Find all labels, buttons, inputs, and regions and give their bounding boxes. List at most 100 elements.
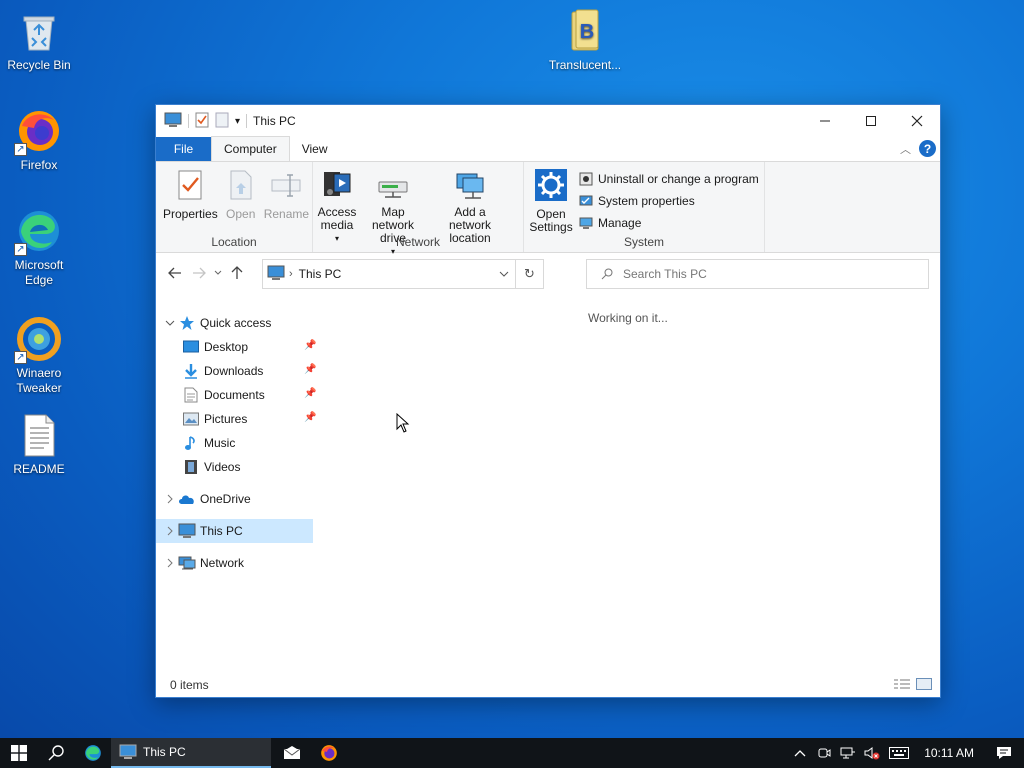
tree-item-downloads[interactable]: Downloads 📌 [156, 359, 316, 383]
meet-now-icon[interactable] [812, 738, 836, 768]
taskbar-mail-button[interactable] [273, 738, 310, 768]
pin-icon: 📌 [304, 340, 317, 351]
breadcrumb[interactable]: This PC [299, 267, 342, 281]
maximize-icon [866, 116, 876, 126]
tree-item-network[interactable]: Network [156, 551, 316, 575]
file-explorer-window[interactable]: ▾ This PC File Computer View ︿ ? Propert… [155, 104, 941, 698]
tree-item-label: Quick access [200, 316, 272, 330]
properties-button[interactable]: Properties [160, 168, 221, 234]
desktop-icon-edge[interactable]: ↗ Microsoft Edge [1, 208, 77, 288]
divider [246, 114, 248, 128]
pictures-icon [182, 410, 200, 428]
expand-chevron-icon[interactable] [162, 494, 178, 504]
address-history-dropdown[interactable] [493, 260, 515, 288]
tab-file[interactable]: File [156, 137, 211, 161]
mouse-cursor-icon [396, 412, 410, 436]
notifications-icon [997, 747, 1011, 759]
system-properties-button[interactable]: System properties [578, 192, 759, 210]
settings-gear-icon [534, 168, 568, 202]
add-network-location-button[interactable]: Add a network location [429, 168, 511, 245]
desktop-icon-label: Microsoft Edge [14, 258, 64, 287]
tab-computer[interactable]: Computer [211, 136, 290, 161]
title-bar[interactable]: ▾ This PC [156, 105, 940, 137]
taskbar-edge-button[interactable] [74, 738, 111, 768]
search-box[interactable]: Search This PC [586, 259, 929, 289]
group-label-system: System [623, 235, 664, 249]
close-button[interactable] [894, 105, 940, 137]
taskbar-clock[interactable]: 10:11 AM [914, 746, 984, 760]
tree-item-label: This PC [200, 524, 243, 538]
tree-item-onedrive[interactable]: OneDrive [156, 487, 316, 511]
new-folder-qat-icon[interactable] [215, 112, 229, 131]
rename-button[interactable]: Rename [261, 168, 312, 234]
edge-icon: ↗ [14, 208, 62, 256]
customize-qat-chevron-icon[interactable]: ▾ [235, 116, 240, 127]
window-title: This PC [253, 114, 296, 128]
properties-qat-icon[interactable] [195, 112, 209, 131]
manage-label: Manage [598, 216, 642, 230]
show-hidden-icons-chevron-up-icon[interactable] [788, 738, 812, 768]
tree-item-label: Music [204, 436, 236, 450]
expand-chevron-icon[interactable] [162, 320, 178, 326]
star-icon [178, 314, 196, 332]
map-network-drive-button[interactable]: Map network drive ▾ [357, 168, 429, 256]
large-icons-view-icon[interactable] [916, 678, 932, 690]
minimize-icon [820, 120, 830, 122]
breadcrumb-separator-icon[interactable]: › [289, 268, 293, 280]
manage-button[interactable]: Manage [578, 214, 759, 232]
windows-logo-icon [10, 745, 27, 761]
minimize-button[interactable] [802, 105, 848, 137]
start-button[interactable] [0, 738, 37, 768]
uninstall-program-button[interactable]: Uninstall or change a program [578, 170, 759, 188]
open-settings-button[interactable]: Open Settings [528, 168, 574, 234]
desktop-icon-recycle-bin[interactable]: Recycle Bin [1, 8, 77, 73]
system-tray: 10:11 AM [788, 738, 1024, 768]
tree-item-pictures[interactable]: Pictures 📌 [156, 407, 316, 431]
tab-view[interactable]: View [290, 137, 340, 161]
tree-item-label: Desktop [204, 340, 249, 354]
help-icon[interactable]: ? [919, 140, 936, 157]
action-center-button[interactable] [984, 738, 1024, 768]
tree-item-label: Downloads [204, 364, 264, 378]
taskbar-this-pc-button[interactable]: This PC [111, 738, 271, 768]
back-arrow-icon [168, 267, 181, 279]
taskbar-firefox-button[interactable] [310, 738, 347, 768]
access-media-icon [320, 168, 354, 200]
videos-icon [182, 458, 200, 476]
desktop-icon-readme[interactable]: README [1, 412, 77, 477]
uninstall-label: Uninstall or change a program [598, 172, 759, 186]
taskbar-search-button[interactable] [37, 738, 74, 768]
back-button[interactable] [163, 261, 187, 285]
collapse-ribbon-icon[interactable]: ︿ [900, 141, 911, 157]
desktop-icon-translucent[interactable]: B Translucent... [547, 8, 623, 73]
access-media-button[interactable]: Access media ▾ [317, 168, 357, 243]
open-button[interactable]: Open [221, 168, 261, 234]
network-status-icon[interactable] [836, 738, 860, 768]
desktop-icon-firefox[interactable]: ↗ Firefox [1, 108, 77, 173]
search-input[interactable]: Search This PC [623, 267, 707, 281]
tree-item-desktop[interactable]: Desktop 📌 [156, 335, 316, 359]
tree-item-music[interactable]: Music [156, 431, 316, 455]
window-controls [802, 105, 940, 137]
keyboard-icon[interactable] [884, 738, 914, 768]
maximize-button[interactable] [848, 105, 894, 137]
expand-chevron-icon[interactable] [162, 526, 178, 536]
downloads-icon [182, 362, 200, 380]
navigation-row: › This PC ↻ Search This PC [156, 253, 940, 293]
tree-item-this-pc[interactable]: This PC [156, 519, 313, 543]
up-button[interactable] [225, 261, 249, 285]
volume-muted-icon[interactable] [860, 738, 884, 768]
refresh-button[interactable]: ↻ [515, 260, 543, 288]
desktop-icon-winaero-tweaker[interactable]: ↗ Winaero Tweaker [1, 316, 77, 396]
tree-item-videos[interactable]: Videos [156, 455, 316, 479]
details-view-icon[interactable] [894, 678, 910, 690]
forward-button[interactable] [187, 261, 211, 285]
expand-chevron-icon[interactable] [162, 558, 178, 568]
tree-item-quick-access[interactable]: Quick access [156, 311, 316, 335]
tree-item-documents[interactable]: Documents 📌 [156, 383, 316, 407]
desktop-icon-label: Winaero Tweaker [16, 366, 62, 395]
recent-locations-button[interactable] [211, 261, 225, 285]
pin-icon: 📌 [304, 412, 317, 423]
address-bar[interactable]: › This PC ↻ [262, 259, 544, 289]
onedrive-cloud-icon [178, 490, 196, 508]
